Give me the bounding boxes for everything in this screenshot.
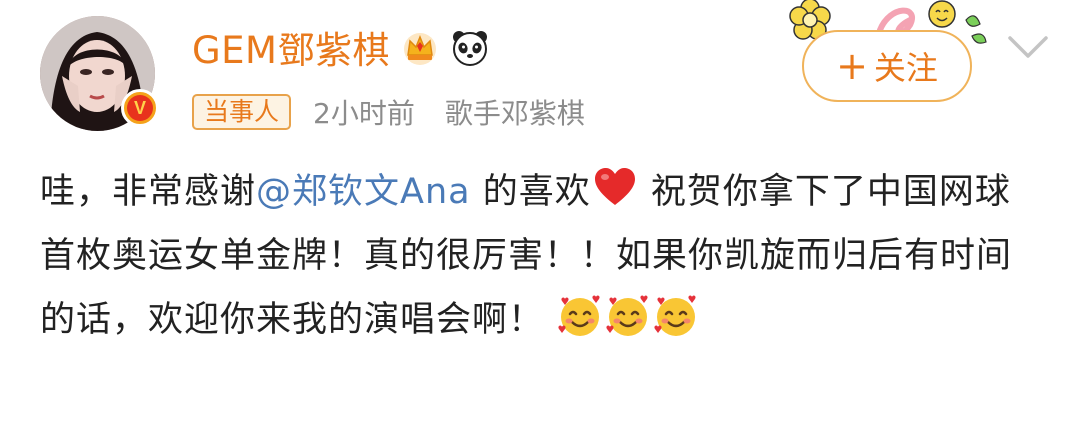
weibo-post-card: V GEM鄧紫棋 当事人 2小时前 歌手邓紫棋 + 关注 哇，非常感谢@郑钦文A…	[0, 0, 1079, 432]
smiling-face-with-hearts-icon	[605, 293, 651, 339]
party-tag-badge: 当事人	[192, 94, 292, 130]
red-heart-icon	[592, 165, 638, 211]
chevron-down-icon[interactable]	[1006, 32, 1050, 62]
avatar[interactable]: V	[40, 16, 159, 131]
panda-icon[interactable]	[450, 27, 490, 67]
post-source: 歌手邓紫棋	[444, 97, 585, 130]
plus-icon: +	[836, 44, 868, 88]
post-content: 哇，非常感谢@郑钦文Ana 的喜欢 祝贺你拿下了中国网球首枚奥运女单金牌！真的很…	[40, 160, 1040, 352]
smiling-face-with-hearts-icon	[653, 293, 699, 339]
post-time: 2小时前	[313, 97, 415, 130]
meta-row: 当事人 2小时前 歌手邓紫棋	[192, 92, 585, 132]
mention-link[interactable]: @郑钦文Ana	[256, 172, 471, 212]
verified-v-badge-icon: V	[121, 89, 159, 127]
follow-label: 关注	[873, 49, 938, 87]
crown-icon[interactable]	[400, 27, 440, 67]
smiling-face-with-hearts-icon	[557, 293, 603, 339]
post-text: 的喜欢	[470, 172, 591, 212]
post-text: 哇，非常感谢	[40, 172, 257, 212]
username[interactable]: GEM鄧紫棋	[192, 20, 390, 74]
follow-button[interactable]: + 关注	[802, 30, 972, 102]
username-row: GEM鄧紫棋	[192, 22, 490, 72]
